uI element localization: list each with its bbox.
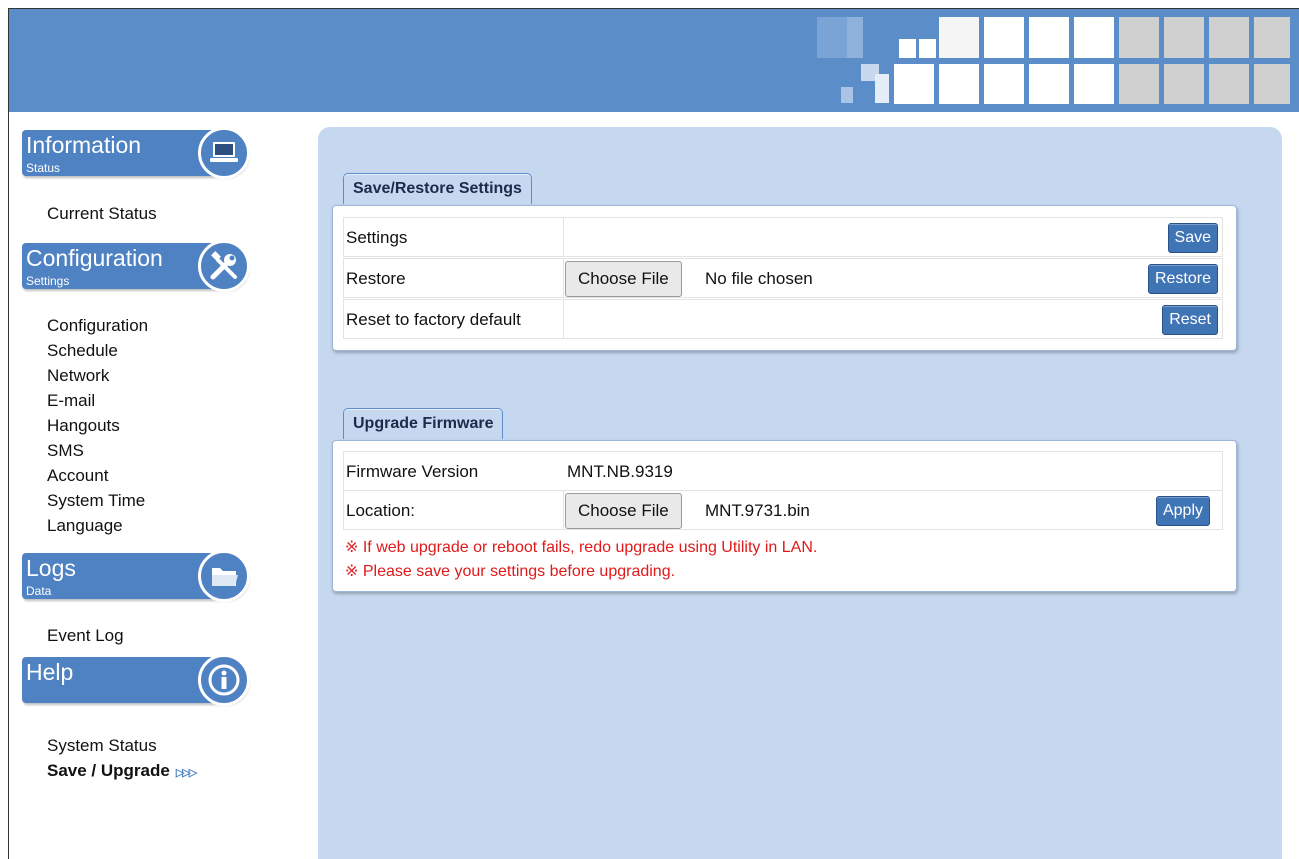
restore-row: Restore Choose File No file chosen Resto… <box>343 258 1223 298</box>
warning-note-save: ※ Please save your settings before upgra… <box>345 563 676 580</box>
firmware-version-value: MNT.NB.9319 <box>567 462 673 481</box>
folder-icon <box>198 550 250 602</box>
nav-system-status[interactable]: System Status <box>47 736 157 756</box>
nav-network[interactable]: Network <box>47 366 109 386</box>
firmware-version-row: Firmware Version MNT.NB.9319 <box>343 451 1223 491</box>
restore-choose-file-button[interactable]: Choose File <box>565 261 682 297</box>
nav-save-upgrade[interactable]: Save / Upgrade ▷▷▷ <box>47 761 197 783</box>
tools-icon <box>198 240 250 292</box>
sidebar-section-help[interactable]: Help <box>22 654 250 706</box>
nav-system-time[interactable]: System Time <box>47 491 145 511</box>
nav-configuration[interactable]: Configuration <box>47 316 148 336</box>
section-title: Help <box>26 659 74 685</box>
tab-save-restore[interactable]: Save/Restore Settings <box>343 173 532 204</box>
restore-file-name: No file chosen <box>705 269 813 288</box>
nav-language[interactable]: Language <box>47 516 123 536</box>
row-divider <box>563 300 564 338</box>
settings-label: Settings <box>346 228 408 247</box>
apply-button[interactable]: Apply <box>1155 496 1210 526</box>
row-divider <box>563 491 564 529</box>
section-title: Configuration <box>26 245 163 271</box>
nav-email[interactable]: E-mail <box>47 391 95 411</box>
header-banner <box>9 9 1299 112</box>
reset-button[interactable]: Reset <box>1162 305 1218 335</box>
nav-account[interactable]: Account <box>47 466 108 486</box>
tab-upgrade-firmware[interactable]: Upgrade Firmware <box>343 408 504 439</box>
header-tiles-graphic <box>817 17 1290 104</box>
nav-schedule[interactable]: Schedule <box>47 341 118 361</box>
firmware-location-row: Location: Choose File MNT.9731.bin Apply <box>343 490 1223 530</box>
sidebar-section-configuration[interactable]: Configuration Settings <box>22 240 250 292</box>
nav-hangouts[interactable]: Hangouts <box>47 416 120 436</box>
laptop-icon <box>198 127 250 179</box>
settings-row: Settings Save <box>343 217 1223 257</box>
restore-label: Restore <box>346 269 406 288</box>
warning-note-reboot: ※ If web upgrade or reboot fails, redo u… <box>345 539 818 556</box>
sidebar-section-logs[interactable]: Logs Data <box>22 550 250 602</box>
nav-save-upgrade-label: Save / Upgrade <box>47 761 170 780</box>
current-page-arrow-icon: ▷▷▷ <box>175 767 197 779</box>
firmware-choose-file-button[interactable]: Choose File <box>565 493 682 529</box>
section-title: Information <box>26 132 142 158</box>
save-button[interactable]: Save <box>1167 223 1218 253</box>
section-title: Logs <box>26 555 76 581</box>
firmware-version-label: Firmware Version <box>346 462 479 481</box>
nav-current-status[interactable]: Current Status <box>47 204 157 224</box>
nav-sms[interactable]: SMS <box>47 441 84 461</box>
section-subtitle: Data <box>26 584 52 598</box>
reset-label: Reset to factory default <box>346 310 521 329</box>
section-subtitle: Settings <box>26 274 70 288</box>
info-icon <box>198 654 250 706</box>
section-subtitle: Status <box>26 161 61 175</box>
nav-event-log[interactable]: Event Log <box>47 626 124 646</box>
row-divider <box>563 259 564 297</box>
restore-button[interactable]: Restore <box>1147 264 1218 294</box>
save-restore-panel: Settings Save Restore Choose File No fil… <box>332 205 1237 351</box>
location-label: Location: <box>346 501 415 520</box>
sidebar-section-information[interactable]: Information Status <box>22 127 250 179</box>
firmware-file-name: MNT.9731.bin <box>705 501 810 520</box>
row-divider <box>563 218 564 256</box>
reset-row: Reset to factory default Reset <box>343 299 1223 339</box>
